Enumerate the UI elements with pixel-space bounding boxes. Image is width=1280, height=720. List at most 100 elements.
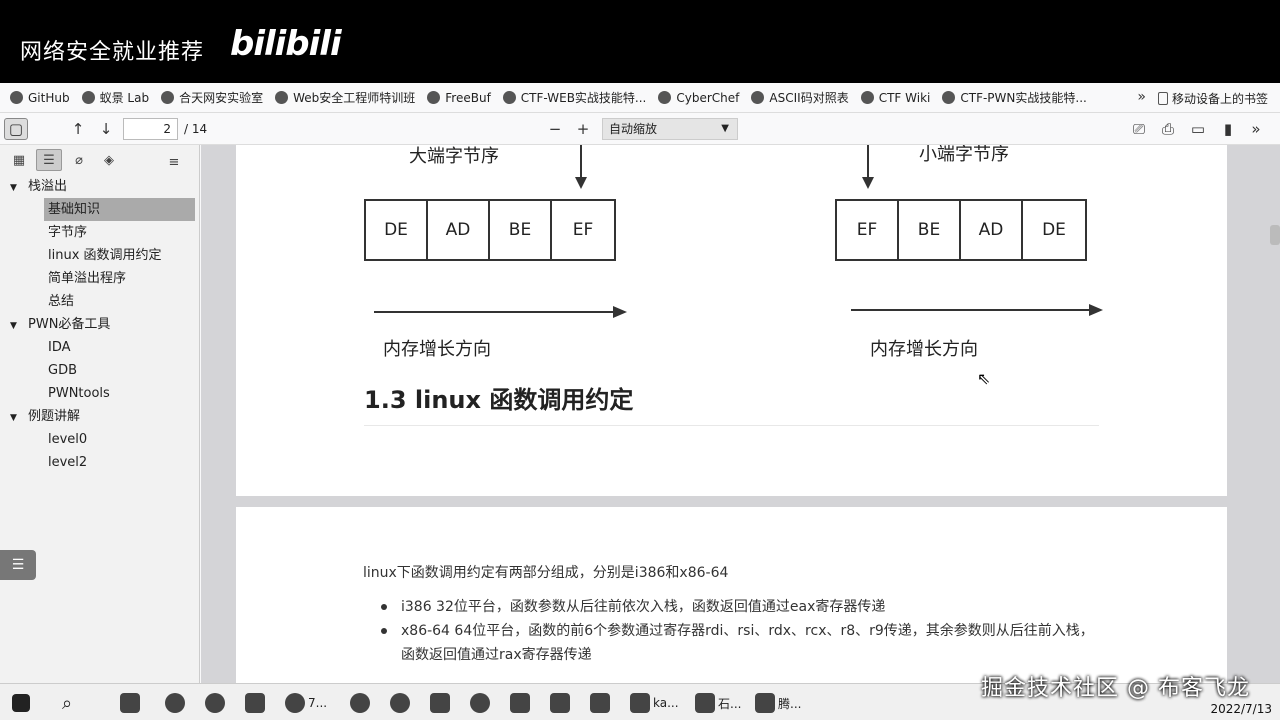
outline-item-label: 例题讲解 (28, 409, 81, 424)
expand-toggle-icon[interactable]: ▼ (10, 407, 28, 430)
page-number-input[interactable]: 2 (123, 118, 178, 140)
outline-item[interactable]: 基础知识 (44, 198, 195, 221)
outline-item[interactable]: GDB (0, 359, 199, 382)
bookmark-label: ASCII码对照表 (769, 91, 849, 105)
taskbar-app-terminal[interactable] (245, 690, 268, 716)
firefox-icon (285, 693, 305, 713)
taskbar-app-edge[interactable] (350, 690, 373, 716)
bookmark-icon[interactable]: ▮ (1216, 118, 1240, 140)
byte-cell: BE (899, 201, 961, 259)
wireshark-icon (550, 693, 570, 713)
outline-item-label: level2 (48, 455, 88, 470)
taskbar-app-typora[interactable] (430, 690, 453, 716)
outline-item-label: 字节序 (48, 225, 88, 240)
outline-icon[interactable]: ☰ (36, 149, 62, 171)
kali-icon (630, 693, 650, 713)
outline-item-label: IDA (48, 340, 71, 355)
bookmark-item[interactable]: CTF Wiki (860, 90, 931, 105)
zoom-in-button[interactable]: + (571, 118, 595, 140)
outline-item[interactable]: level0 (0, 428, 199, 451)
mouse-cursor-icon: ⇖ (977, 369, 991, 388)
bookmark-item[interactable]: Web安全工程师特训班 (275, 89, 415, 106)
presentation-mode-icon[interactable]: ⎚ (1127, 118, 1151, 140)
outline-item[interactable]: 总结 (0, 290, 199, 313)
taskbar-app-notes[interactable] (120, 690, 143, 716)
print-icon[interactable]: ⎙ (1156, 118, 1180, 140)
mobile-bookmarks-link[interactable]: 移动设备上的书签 (1157, 90, 1268, 107)
sidebar-toggle-button[interactable]: ▢ (4, 118, 28, 140)
chevron-down-icon: ▼ (721, 123, 729, 134)
search-button[interactable]: ⌕ (62, 690, 72, 716)
bookmark-item[interactable]: GitHub (10, 91, 70, 105)
outline-item[interactable]: level2 (0, 451, 199, 474)
taskbar-app-wireshark[interactable] (550, 690, 573, 716)
diamond-icon (275, 91, 289, 104)
little-endian-byte-row: EF BE AD DE (835, 199, 1087, 261)
tools-menu-icon[interactable]: » (1244, 118, 1268, 140)
save-icon[interactable]: ▭ (1186, 118, 1210, 140)
memory-growth-arrowhead-right (1089, 304, 1103, 316)
start-button[interactable] (12, 690, 33, 716)
bookmarks-overflow-button[interactable]: » (1137, 89, 1146, 105)
outline-item[interactable]: 简单溢出程序 (0, 267, 199, 290)
byte-cell: EF (572, 220, 594, 240)
list-item: i386 32位平台，函数参数从后往前依次入栈，函数返回值通过eax寄存器传递 (381, 595, 1101, 619)
taskbar-clock-date[interactable]: 2022/7/13 (1210, 702, 1272, 716)
target-icon (470, 693, 490, 713)
bookmark-item[interactable]: FreeBuf (427, 91, 491, 105)
zoom-out-button[interactable]: − (543, 118, 567, 140)
thumbnails-icon[interactable]: ▦ (6, 149, 32, 171)
sidebar-tools: ▦ ☰ ⌀ ◈ ≡ (0, 145, 199, 175)
bookmark-item[interactable]: ASCII码对照表 (751, 89, 849, 106)
taskbar-app-files[interactable] (590, 690, 613, 716)
bookmark-item[interactable]: 蚁景 Lab (81, 89, 149, 106)
console-icon (510, 693, 530, 713)
bookmark-label: FreeBuf (445, 90, 491, 105)
outline-item[interactable]: ▼ 栈溢出 (0, 175, 199, 198)
bookmark-item[interactable]: CTF-PWN实战技能特... (942, 89, 1087, 106)
folder-icon (590, 693, 610, 713)
bookmark-label: CTF Wiki (878, 90, 931, 105)
taskbar-app-firefox[interactable]: 7... (285, 690, 327, 716)
layers-icon[interactable]: ◈ (96, 149, 122, 171)
current-outline-item-icon[interactable]: ≡ (161, 151, 187, 173)
outline-item[interactable]: IDA (0, 336, 199, 359)
taskbar-app-chat[interactable] (165, 690, 188, 716)
taskbar-app-kali[interactable]: ka... (630, 690, 679, 716)
attachments-icon[interactable]: ⌀ (66, 149, 92, 171)
zoom-select[interactable]: 自动缩放 ▼ (602, 118, 738, 140)
terminal-icon (245, 693, 265, 713)
document-viewer[interactable]: 大端字节序 小端字节序 DE AD BE EF EF BE AD DE 内存增长方向 内存增… (201, 145, 1280, 683)
mobile-bookmarks-label: 移动设备上的书签 (1171, 92, 1268, 106)
outline-item-label: linux 函数调用约定 (48, 248, 162, 263)
taskbar-app-burp[interactable] (470, 690, 493, 716)
outline-item-label: 总结 (48, 294, 75, 309)
bookmarks-bar: GitHub 蚁景 Lab 合天网安实验室 Web安全工程师特训班 FreeBuf CTF… (0, 83, 1280, 113)
outline-item[interactable]: PWNtools (0, 382, 199, 405)
outline-item[interactable]: ▼ PWN必备工具 (0, 313, 199, 336)
find-sidebar-icon[interactable]: ☰ (0, 550, 36, 580)
taskbar-app-stone[interactable]: 石... (695, 690, 741, 716)
taskbar-app-chrome[interactable] (390, 690, 413, 716)
taskbar-app-console[interactable] (510, 690, 533, 716)
edge-icon (350, 693, 370, 713)
outline-item[interactable]: 字节序 (0, 221, 199, 244)
outline-item[interactable]: linux 函数调用约定 (0, 244, 199, 267)
expand-toggle-icon[interactable]: ▼ (10, 315, 28, 338)
scrollbar-thumb[interactable] (1270, 225, 1280, 245)
bookmark-item[interactable]: CyberChef (658, 91, 739, 105)
bookmark-item[interactable]: CTF-WEB实战技能特... (502, 89, 646, 106)
taskbar-app-settings[interactable] (205, 690, 228, 716)
pdf-toolbar: ▢ ↑ ↓ 2 / 14 − + 自动缩放 ▼ ⎚ ⎙ ▭ ▮ » (0, 113, 1280, 145)
expand-toggle-icon[interactable]: ▼ (10, 177, 28, 200)
outline-sidebar: ▦ ☰ ⌀ ◈ ≡ ▼ 栈溢出 基础知识字节序 linux 函数调用约定简单溢出程序总… (0, 145, 200, 683)
taskbar-app-tencent[interactable]: 腾... (755, 690, 801, 716)
list-item: x86-64 64位平台，函数的前6个参数通过寄存器rdi、rsi、rdx、rc… (381, 619, 1101, 667)
previous-page-button[interactable]: ↑ (66, 118, 90, 140)
taskbar-app-label: 石... (718, 696, 742, 711)
big-endian-byte-row: DE AD BE EF (364, 199, 616, 261)
next-page-button[interactable]: ↓ (94, 118, 118, 140)
outline-item[interactable]: ▼ 例题讲解 (0, 405, 199, 428)
bookmark-item[interactable]: 合天网安实验室 (161, 89, 263, 106)
tencent-meeting-icon (755, 693, 775, 713)
